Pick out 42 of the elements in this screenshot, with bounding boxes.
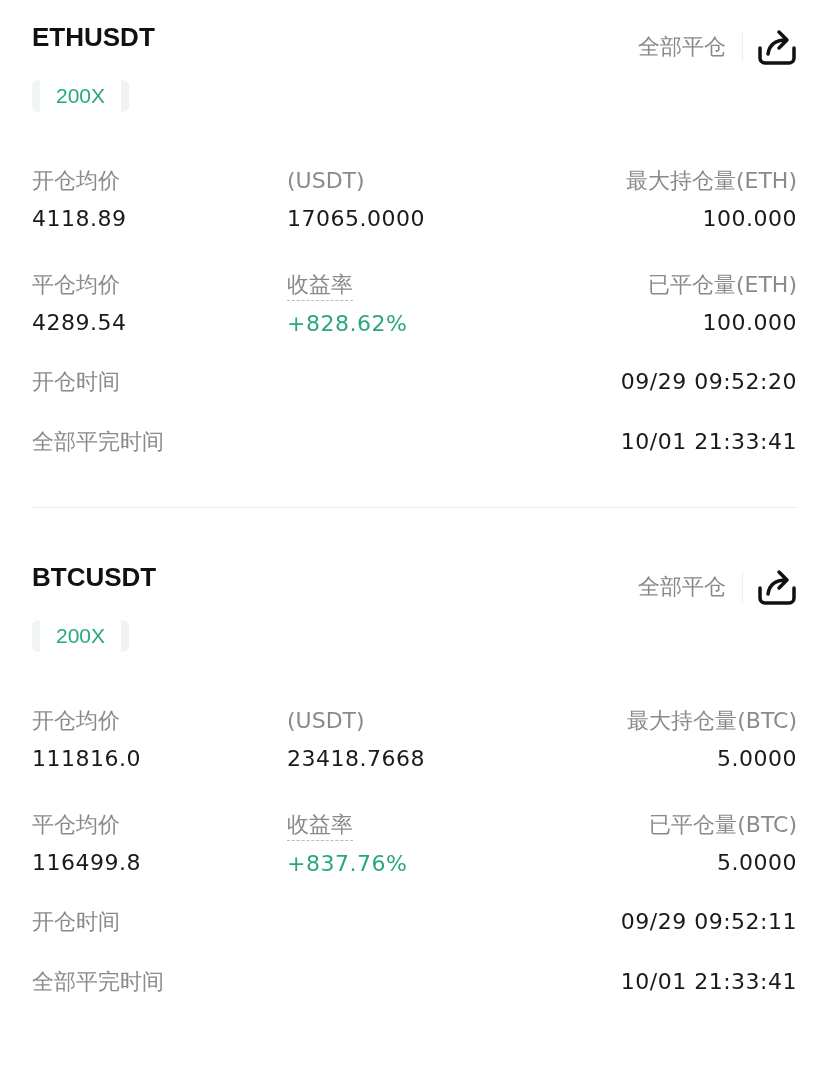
stat-value: 5.0000	[717, 849, 797, 877]
stat-value: +837.76%	[287, 850, 408, 878]
stat-label: 收益率	[287, 270, 353, 301]
stat-value: 4289.54	[32, 309, 127, 337]
stat-label: 最大持仓量(BTC)	[627, 707, 797, 735]
stat-value: 5.0000	[717, 745, 797, 773]
stat-value: 116499.8	[32, 849, 141, 877]
stat-label: 已平仓量(BTC)	[649, 811, 797, 839]
stat-label: 收益率	[287, 810, 353, 841]
leverage-badge: 200X	[32, 80, 130, 112]
close-all-button[interactable]: 全部平仓	[638, 32, 743, 62]
stat-label: 最大持仓量(ETH)	[625, 167, 797, 195]
time-value: 09/29 09:52:11	[620, 908, 797, 936]
stat-label: (USDT)	[287, 167, 365, 195]
symbol-title: BTCUSDT	[32, 562, 157, 593]
stat-value: 100.000	[702, 309, 797, 337]
share-button[interactable]	[757, 28, 797, 66]
time-value: 10/01 21:33:41	[620, 968, 797, 996]
stat-value: +828.62%	[287, 310, 408, 338]
time-label: 开仓时间	[32, 368, 120, 396]
time-label: 全部平完时间	[32, 428, 164, 456]
close-all-button[interactable]: 全部平仓	[638, 572, 743, 602]
time-value: 10/01 21:33:41	[620, 428, 797, 456]
stat-label: 开仓均价	[32, 707, 120, 735]
time-value: 09/29 09:52:20	[620, 368, 797, 396]
share-icon	[757, 568, 797, 606]
share-button[interactable]	[757, 568, 797, 606]
symbol-title: ETHUSDT	[32, 22, 155, 53]
leverage-badge: 200X	[32, 620, 130, 652]
stat-value: 17065.0000	[287, 205, 425, 233]
stat-value: 23418.7668	[287, 745, 425, 773]
stat-label: 开仓均价	[32, 167, 120, 195]
stat-label: (USDT)	[287, 707, 365, 735]
stat-value: 111816.0	[32, 745, 141, 773]
stat-label: 平仓均价	[32, 271, 120, 299]
time-label: 全部平完时间	[32, 968, 164, 996]
time-label: 开仓时间	[32, 908, 120, 936]
stat-value: 100.000	[702, 205, 797, 233]
share-icon	[757, 28, 797, 66]
stat-value: 4118.89	[32, 205, 127, 233]
stat-label: 已平仓量(ETH)	[647, 271, 797, 299]
stat-label: 平仓均价	[32, 811, 120, 839]
